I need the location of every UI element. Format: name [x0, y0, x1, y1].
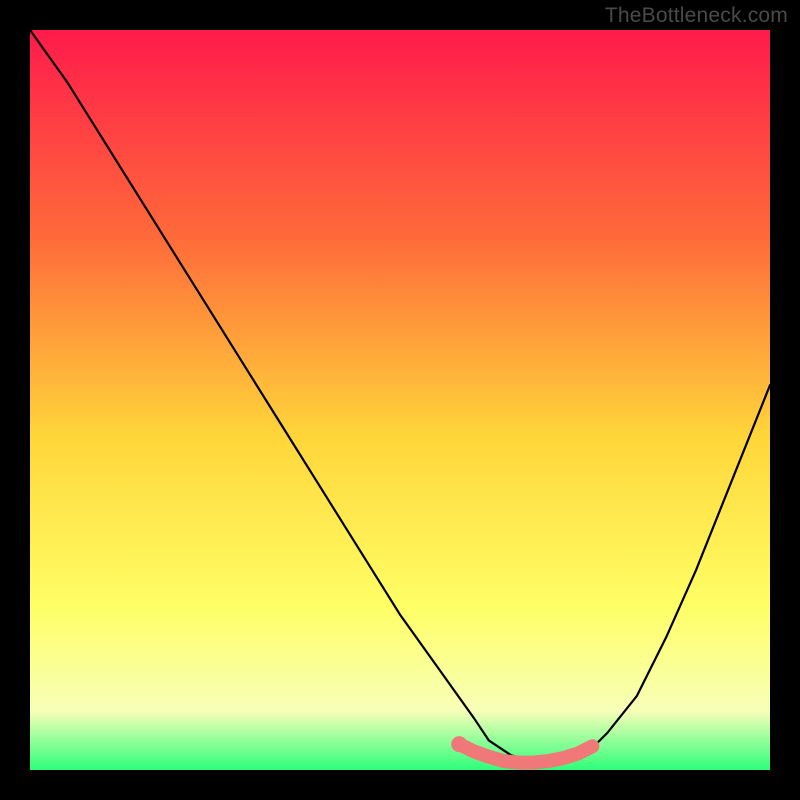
gradient-background	[30, 30, 770, 770]
chart-svg	[30, 30, 770, 770]
plot-area	[30, 30, 770, 770]
chart-frame: TheBottleneck.com	[0, 0, 800, 800]
highlight-start-dot	[451, 736, 467, 752]
watermark-text: TheBottleneck.com	[605, 4, 788, 28]
